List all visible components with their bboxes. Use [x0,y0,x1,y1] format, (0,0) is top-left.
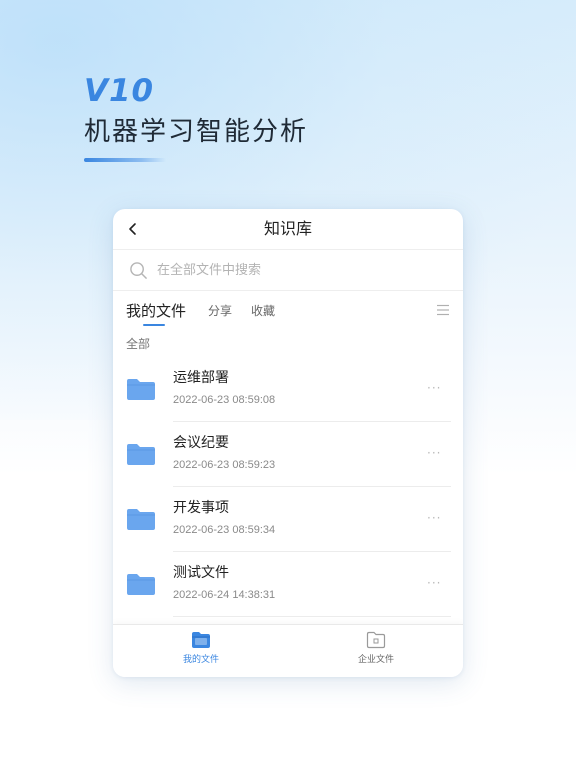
my-files-icon [192,632,210,648]
list-item[interactable]: 运维部署 2022-06-23 08:59:08 ··· [113,357,463,422]
hero-heading: V10 机器学习智能分析 [84,72,308,162]
hero-title: 机器学习智能分析 [84,117,309,147]
folder-icon [127,509,155,530]
tab-favorites[interactable]: 收藏 [251,303,275,319]
title-bar: 知识库 [113,209,463,250]
list-item[interactable]: 开发事项 2022-06-23 08:59:34 ··· [113,487,463,552]
folder-icon [127,379,155,400]
version-label: V10 [84,73,155,109]
file-date: 2022-06-24 14:38:31 [173,589,276,601]
search-bar[interactable] [113,250,463,291]
file-name: 会议纪要 [173,435,229,451]
file-name: 运维部署 [173,370,229,386]
active-tab-indicator [143,324,165,326]
search-icon [130,262,147,279]
bottom-nav: 我的文件 企业文件 [113,624,463,677]
tab-my-files[interactable]: 我的文件 [126,301,186,321]
search-input[interactable] [157,260,447,280]
tab-bar: 我的文件 分享 收藏 [113,291,463,331]
section-label: 全部 [126,337,151,351]
file-list: 运维部署 2022-06-23 08:59:08 ··· 会议纪要 2022-0… [113,357,463,617]
file-date: 2022-06-23 08:59:34 [173,524,276,536]
folder-icon [127,574,155,595]
more-options-icon[interactable]: ··· [427,381,441,395]
hero-underline [84,158,166,162]
file-name: 开发事项 [173,500,229,516]
enterprise-files-icon [366,631,386,649]
list-view-icon[interactable] [437,304,449,316]
more-options-icon[interactable]: ··· [427,576,441,590]
nav-label: 企业文件 [357,655,394,665]
list-item[interactable]: 测试文件 2022-06-24 14:38:31 ··· [113,552,463,617]
page-title: 知识库 [263,219,312,238]
nav-my-files[interactable]: 我的文件 [141,631,261,666]
file-date: 2022-06-23 08:59:08 [173,394,276,406]
list-item[interactable]: 会议纪要 2022-06-23 08:59:23 ··· [113,422,463,487]
app-screen: 知识库 我的文件 分享 收藏 全部 运维部署 2022-06-23 08:59:… [113,209,463,677]
nav-label: 我的文件 [182,655,219,665]
more-options-icon[interactable]: ··· [427,511,441,525]
divider [173,616,451,617]
nav-enterprise-files[interactable]: 企业文件 [316,631,436,666]
file-name: 测试文件 [173,565,229,581]
folder-icon [127,444,155,465]
file-date: 2022-06-23 08:59:23 [173,459,276,471]
tab-share[interactable]: 分享 [208,303,232,319]
more-options-icon[interactable]: ··· [427,446,441,460]
